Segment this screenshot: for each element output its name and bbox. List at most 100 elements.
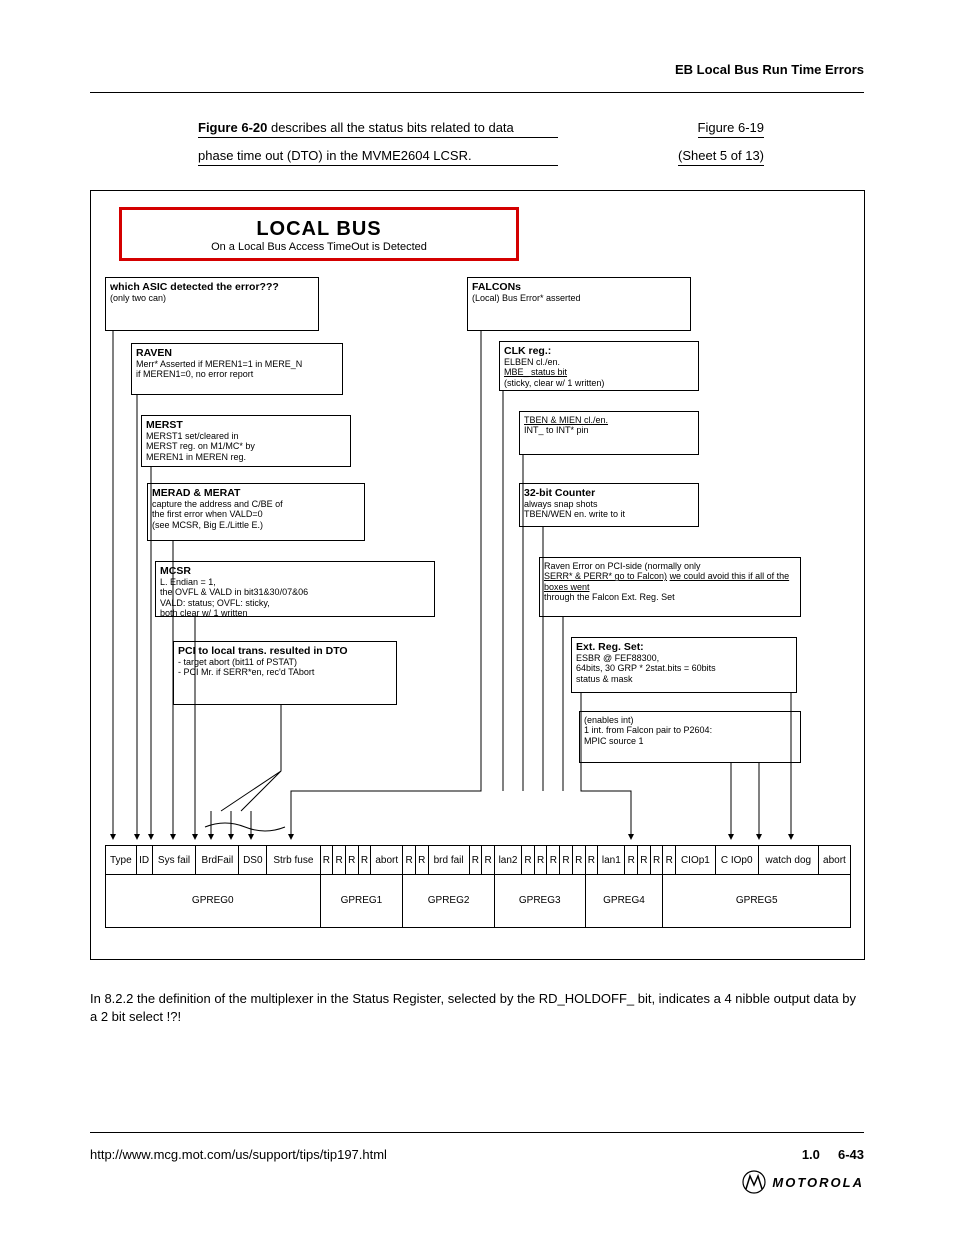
footer-right: 1.0 6-43: [802, 1147, 864, 1162]
box-pci-l2: - PCI Mr. if SERR*en, rec'd TAbort: [178, 667, 392, 677]
bit-cell: R: [345, 846, 358, 875]
box-mcsr: MCSR L. Endian = 1, the OVFL & VALD in b…: [155, 561, 435, 617]
bit-cell: Strb fuse: [267, 846, 320, 875]
box-ext-reg: Ext. Reg. Set: ESBR @ FEF88300, 64bits, …: [571, 637, 797, 693]
right-header-box: FALCONs (Local) Bus Error* asserted: [467, 277, 691, 331]
bit-label: GPREG2: [403, 875, 495, 928]
box-counter-l2: TBEN/WEN en. write to it: [524, 509, 694, 519]
bit-cell: R: [333, 846, 346, 875]
box-clk-l1: ELBEN cl./en.: [504, 357, 694, 367]
bit-label: GPREG5: [663, 875, 851, 928]
box-tben: TBEN & MIEN cl./en. INT_ to INT* pin: [519, 411, 699, 455]
box-extreg-title: Ext. Reg. Set:: [576, 641, 792, 653]
figure-number: Figure 6-20: [198, 120, 267, 135]
figure-caption-line2: phase time out (DTO) in the MVME2604 LCS…: [198, 148, 558, 166]
bit-cell: abort: [818, 846, 850, 875]
box-counter-title: 32-bit Counter: [524, 487, 694, 499]
box-merst-l2: MERST reg. on M1/MC* by: [146, 441, 346, 451]
bit-cell: R: [482, 846, 495, 875]
box-clk-title: CLK reg.:: [504, 345, 694, 357]
box-merad-l1: capture the address and C/BE of: [152, 499, 360, 509]
bit-cell: ID: [136, 846, 152, 875]
figure-caption-text1: describes all the status bits related to…: [267, 120, 513, 135]
bit-cell: R: [320, 846, 333, 875]
bit-cell: R: [585, 846, 598, 875]
bit-cell: R: [522, 846, 535, 875]
box-ravenerr-l1: SERR* & PERR* go to Falcon): [544, 571, 667, 581]
bit-cell: watch dog: [758, 846, 818, 875]
page-header-right: EB Local Bus Run Time Errors: [90, 62, 864, 77]
box-raven-l2: if MEREN1=0, no error report: [136, 369, 338, 379]
bit-cell: lan1: [598, 846, 625, 875]
bit-cell: Sys fail: [152, 846, 196, 875]
box-enint-l2: MPIC source 1: [584, 736, 796, 746]
page: EB Local Bus Run Time Errors Figure 6-20…: [0, 0, 954, 1235]
box-mcsr-title: MCSR: [160, 565, 430, 577]
bit-cell: R: [547, 846, 560, 875]
box-merst: MERST MERST1 set/cleared in MERST reg. o…: [141, 415, 351, 467]
bit-cell: DS0: [239, 846, 267, 875]
footer-rule: [90, 1132, 864, 1133]
bit-cell: R: [663, 846, 676, 875]
figure-cross-ref-2: (Sheet 5 of 13): [678, 148, 764, 166]
box-raven: RAVEN Merr* Asserted if MEREN1=1 in MERE…: [131, 343, 343, 395]
body-paragraph: In 8.2.2 the definition of the multiplex…: [90, 990, 864, 1026]
box-merad-title: MERAD & MERAT: [152, 487, 360, 499]
box-ravenerr-l3: through the Falcon Ext. Reg. Set: [544, 592, 796, 602]
bit-label-row: GPREG0 GPREG1 GPREG2 GPREG3 GPREG4 GPREG…: [106, 875, 851, 928]
bit-cell: R: [415, 846, 428, 875]
footer-rev: 1.0: [802, 1147, 820, 1162]
figure-caption-line1: Figure 6-20 describes all the status bit…: [198, 120, 558, 138]
bit-cell: BrdFail: [196, 846, 239, 875]
box-enables-int: (enables int) 1 int. from Falcon pair to…: [579, 711, 801, 763]
bit-cell: R: [638, 846, 651, 875]
box-mcsr-l1: L. Endian = 1,: [160, 577, 430, 587]
figure-cross-ref-1: Figure 6-19: [698, 120, 764, 138]
bit-cell: R: [534, 846, 547, 875]
bit-cell: abort: [371, 846, 403, 875]
left-header-sub: (only two can): [110, 293, 314, 303]
box-merst-l3: MEREN1 in MEREN reg.: [146, 452, 346, 462]
bit-cell: R: [403, 846, 416, 875]
bit-cell: Type: [106, 846, 137, 875]
box-tben-l2: INT_ to INT* pin: [524, 425, 694, 435]
footer-page: 6-43: [838, 1147, 864, 1162]
bit-cell: R: [469, 846, 482, 875]
diagram-frame: LOCAL BUS On a Local Bus Access TimeOut …: [90, 190, 865, 960]
box-merst-l1: MERST1 set/cleared in: [146, 431, 346, 441]
bit-label: GPREG1: [320, 875, 403, 928]
box-extreg-l1: ESBR @ FEF88300,: [576, 653, 792, 663]
box-merad-l2: the first error when VALD=0: [152, 509, 360, 519]
box-mcsr-l2: the OVFL & VALD in bit31&30/07&06: [160, 587, 430, 597]
box-mcsr-l3: VALD: status; OVFL: sticky,: [160, 598, 430, 608]
box-enint-title: (enables int): [584, 715, 796, 725]
bit-cell: R: [625, 846, 638, 875]
bit-cell: CIOp1: [676, 846, 716, 875]
motorola-logo: MOTOROLA: [742, 1170, 864, 1194]
bit-cell: R: [358, 846, 371, 875]
box-merad: MERAD & MERAT capture the address and C/…: [147, 483, 365, 541]
right-header-sub: (Local) Bus Error* asserted: [472, 293, 686, 303]
box-pci-local: PCI to local trans. resulted in DTO - ta…: [173, 641, 397, 705]
diagram-title-box: LOCAL BUS On a Local Bus Access TimeOut …: [119, 207, 519, 261]
bit-cell: lan2: [494, 846, 521, 875]
bit-label: GPREG0: [106, 875, 321, 928]
header-rule: [90, 92, 864, 93]
box-ravenerr-title: Raven Error on PCI-side (normally only: [544, 561, 701, 571]
box-pci-l1: - target abort (bit11 of PSTAT): [178, 657, 392, 667]
box-raven-err: Raven Error on PCI-side (normally only S…: [539, 557, 801, 617]
bit-cell: C IOp0: [715, 846, 758, 875]
bit-cell: brd fail: [428, 846, 469, 875]
bit-bar-row: Type ID Sys fail BrdFail DS0 Strb fuse R…: [106, 846, 851, 875]
left-header-box: which ASIC detected the error??? (only t…: [105, 277, 319, 331]
bit-cell: R: [560, 846, 573, 875]
bit-bar: Type ID Sys fail BrdFail DS0 Strb fuse R…: [105, 845, 851, 928]
motorola-wordmark: MOTOROLA: [772, 1175, 864, 1190]
box-pci-title: PCI to local trans. resulted in DTO: [178, 645, 392, 657]
box-merad-l3: (see MCSR, Big E./Little E.): [152, 520, 360, 530]
bit-cell: R: [572, 846, 585, 875]
box-clk: CLK reg.: ELBEN cl./en. MBE_ status bit …: [499, 341, 699, 391]
box-counter: 32-bit Counter always snap shots TBEN/WE…: [519, 483, 699, 527]
right-header-text: FALCONs: [472, 281, 686, 293]
diagram-title-sub: On a Local Bus Access TimeOut is Detecte…: [211, 241, 427, 253]
